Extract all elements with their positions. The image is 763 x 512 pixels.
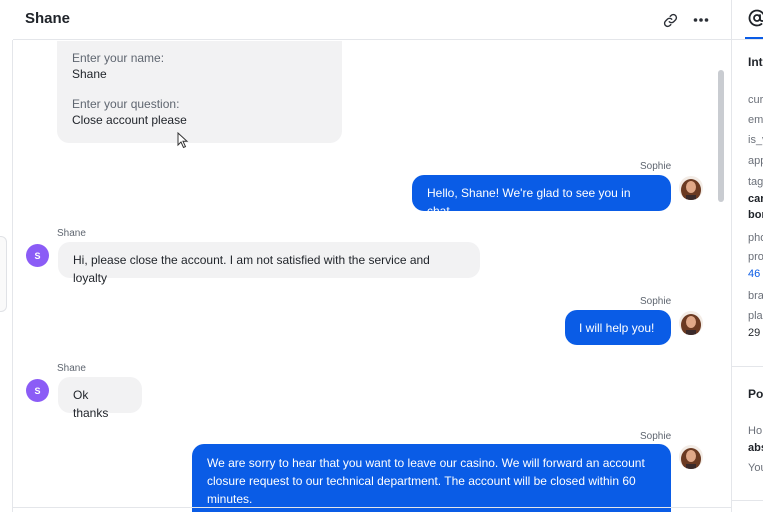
section-title: Po bbox=[748, 387, 763, 401]
sender-name: Shane bbox=[57, 228, 86, 239]
section-title: Int bbox=[748, 55, 763, 69]
profile-link[interactable]: 46 bbox=[748, 268, 760, 280]
field-key: bra bbox=[748, 290, 763, 302]
field-key: pro bbox=[748, 251, 763, 263]
field-key: You bbox=[748, 462, 763, 474]
name-value: Shane bbox=[72, 67, 107, 81]
field-key: app bbox=[748, 155, 763, 167]
agent-message: I will help you! bbox=[565, 310, 671, 345]
tab-divider bbox=[732, 39, 763, 40]
question-label: Enter your question: bbox=[72, 97, 180, 111]
agent-message: Hello, Shane! We're glad to see you in c… bbox=[412, 175, 671, 218]
field-value: 29 bbox=[748, 327, 761, 339]
sender-name: Shane bbox=[57, 363, 86, 374]
section-divider bbox=[732, 366, 763, 367]
agent-message: We are sorry to hear that you want to le… bbox=[192, 444, 671, 512]
sender-name: Sophie bbox=[640, 161, 672, 172]
field-value: abs bbox=[748, 442, 763, 454]
field-key: is_v bbox=[748, 134, 763, 146]
left-collapsed-tab[interactable] bbox=[0, 236, 7, 312]
composer-divider bbox=[13, 507, 731, 508]
tag-value: bor bbox=[748, 209, 763, 221]
prechat-form-card: Enter your name: Shane Enter your questi… bbox=[57, 41, 342, 143]
section-divider bbox=[732, 500, 763, 501]
name-label: Enter your name: bbox=[72, 51, 165, 65]
question-value: Close account please bbox=[72, 113, 187, 127]
left-panel-edge bbox=[0, 40, 13, 512]
agent-avatar bbox=[679, 445, 703, 469]
client-avatar: S bbox=[26, 379, 49, 402]
message-list[interactable]: Enter your name: Shane Enter your questi… bbox=[13, 41, 731, 512]
client-message: Ok thanks bbox=[58, 377, 142, 420]
field-key: pla bbox=[748, 310, 763, 322]
chat-title: Shane bbox=[25, 10, 71, 27]
agent-avatar bbox=[679, 176, 703, 200]
more-horizontal-icon[interactable] bbox=[689, 8, 713, 32]
field-key: Ho bbox=[748, 425, 763, 437]
link-icon[interactable] bbox=[658, 8, 682, 32]
message-scrollbar[interactable] bbox=[718, 70, 724, 202]
field-key: cur bbox=[748, 94, 763, 106]
tag-value: car bbox=[748, 193, 763, 205]
right-info-panel: Int cur em is_v app tag car bor pho pro … bbox=[731, 0, 763, 512]
field-key: pho bbox=[748, 232, 763, 244]
client-message: Hi, please close the account. I am not s… bbox=[58, 242, 480, 285]
mouse-cursor-icon bbox=[177, 132, 189, 149]
chat-pane: Shane Enter your name: Shane Enter your … bbox=[13, 0, 731, 512]
field-key: tag bbox=[748, 176, 763, 188]
at-sign-icon[interactable] bbox=[748, 9, 763, 27]
sender-name: Sophie bbox=[640, 431, 672, 442]
client-avatar: S bbox=[26, 244, 49, 267]
chat-header: Shane bbox=[13, 0, 731, 40]
agent-avatar bbox=[679, 311, 703, 335]
sender-name: Sophie bbox=[640, 296, 672, 307]
field-key: em bbox=[748, 114, 763, 126]
